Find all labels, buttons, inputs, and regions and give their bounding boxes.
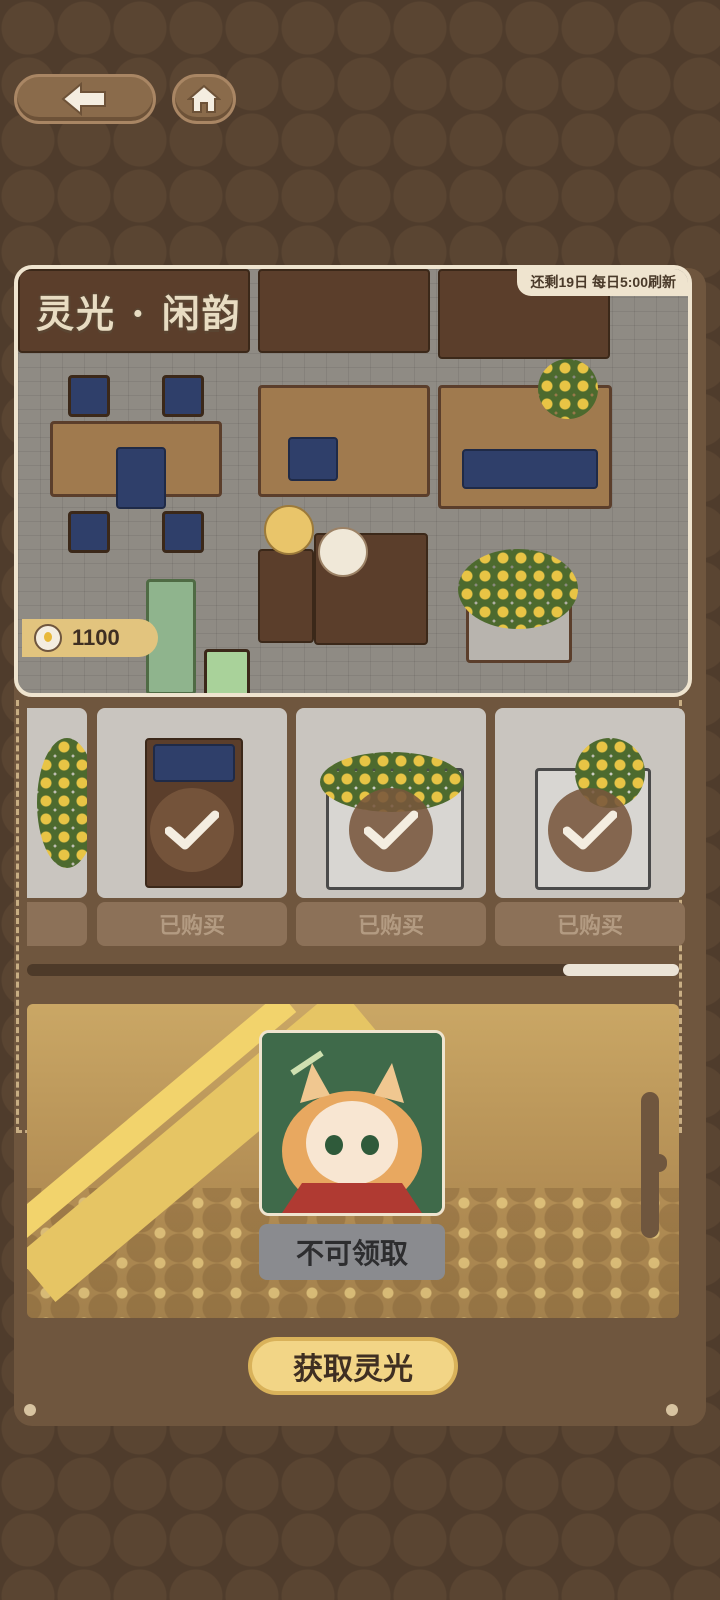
item-image <box>495 708 685 898</box>
table-cloth <box>116 447 166 509</box>
currency-counter: 1100 <box>22 619 158 657</box>
item-image <box>27 708 87 898</box>
character-avatar <box>259 1030 445 1216</box>
refresh-timer: 还剩19日 每日5:00刷新 <box>516 269 688 296</box>
flower-bush <box>538 359 598 419</box>
item-carousel[interactable]: 已购买 已购买 已购买 <box>27 708 687 948</box>
item-status: 已购买 <box>495 902 685 946</box>
small-lantern <box>204 649 250 693</box>
item-image <box>97 708 287 898</box>
carousel-scrollbar[interactable] <box>27 964 679 976</box>
scene-preview: 灵光 · 闲韵 还剩19日 每日5:00刷新 1100 <box>14 265 692 697</box>
scrollbar-thumb[interactable] <box>563 964 679 976</box>
stool <box>68 375 110 417</box>
claim-button[interactable]: 不可领取 <box>259 1224 445 1280</box>
stool <box>162 511 204 553</box>
get-light-button[interactable]: 获取灵光 <box>248 1337 458 1395</box>
purchased-check-icon <box>349 788 433 872</box>
side-scroll-handle[interactable] <box>641 1092 667 1238</box>
table-cloth <box>462 449 598 489</box>
home-button[interactable] <box>172 74 236 124</box>
steamed-bun <box>318 527 368 577</box>
scene-title: 灵光 · 闲韵 <box>36 291 242 336</box>
item-image <box>296 708 486 898</box>
home-icon <box>187 84 221 113</box>
item-status: 已购买 <box>296 902 486 946</box>
arrow-left-icon <box>61 82 106 116</box>
corner-rivet <box>666 1404 678 1416</box>
currency-value: 1100 <box>72 625 120 650</box>
shop-item-card[interactable] <box>27 708 87 946</box>
reward-area: 不可领取 <box>27 1004 679 1318</box>
food-table <box>258 385 430 497</box>
stool <box>162 375 204 417</box>
table-cloth <box>288 437 338 481</box>
shop-item-card[interactable]: 已购买 <box>296 708 486 946</box>
purchased-check-icon <box>548 788 632 872</box>
steamer-stand <box>258 549 314 643</box>
light-bulb-icon <box>34 624 62 652</box>
stool <box>68 511 110 553</box>
item-status: 已购买 <box>97 902 287 946</box>
item-status <box>27 902 87 946</box>
shop-item-card[interactable]: 已购买 <box>495 708 685 946</box>
counter-top-middle <box>258 269 430 353</box>
back-button[interactable] <box>14 74 156 124</box>
shop-item-card[interactable]: 已购买 <box>97 708 287 946</box>
purchased-check-icon <box>150 788 234 872</box>
flower-bush <box>458 549 578 629</box>
corner-rivet <box>24 1404 36 1416</box>
steamed-bun <box>264 505 314 555</box>
